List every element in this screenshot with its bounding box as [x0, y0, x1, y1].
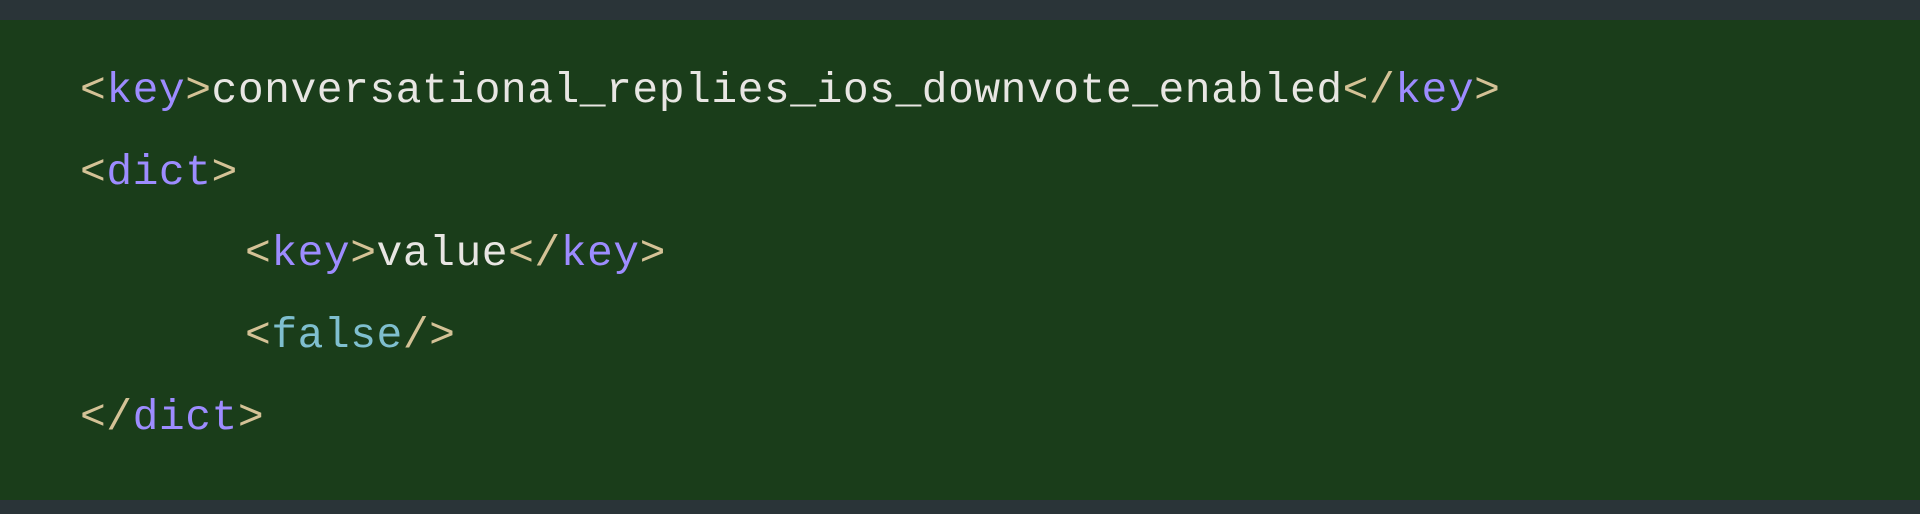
code-line-3: <key>value</key> [80, 213, 1840, 295]
tag-content: conversational_replies_ios_downvote_enab… [212, 66, 1343, 115]
code-line-1: <key>conversational_replies_ios_downvote… [80, 50, 1840, 132]
bracket-open: < [245, 229, 271, 278]
bottom-bar [0, 500, 1920, 514]
bracket-open: < [80, 66, 106, 115]
tag-key: key [106, 66, 185, 115]
bracket-close: > [350, 229, 376, 278]
top-bar [0, 0, 1920, 20]
code-line-4: <false/> [80, 295, 1840, 377]
code-line-5: </dict> [80, 377, 1840, 459]
tag-key: key [561, 229, 640, 278]
bracket-self-close: /> [403, 311, 456, 360]
bracket-close: > [212, 148, 238, 197]
bracket-close: > [185, 66, 211, 115]
bracket-close: > [238, 393, 264, 442]
code-block: <key>conversational_replies_ios_downvote… [0, 20, 1920, 500]
bracket-open: </ [1343, 66, 1396, 115]
tag-content: value [377, 229, 509, 278]
bracket-open: < [80, 148, 106, 197]
tag-dict: dict [133, 393, 238, 442]
bracket-open: </ [80, 393, 133, 442]
bracket-open: </ [508, 229, 561, 278]
code-line-2: <dict> [80, 132, 1840, 214]
bracket-open: < [245, 311, 271, 360]
bracket-close: > [640, 229, 666, 278]
bracket-close: > [1474, 66, 1500, 115]
tag-false: false [271, 311, 403, 360]
tag-key: key [1395, 66, 1474, 115]
tag-dict: dict [106, 148, 211, 197]
tag-key: key [271, 229, 350, 278]
